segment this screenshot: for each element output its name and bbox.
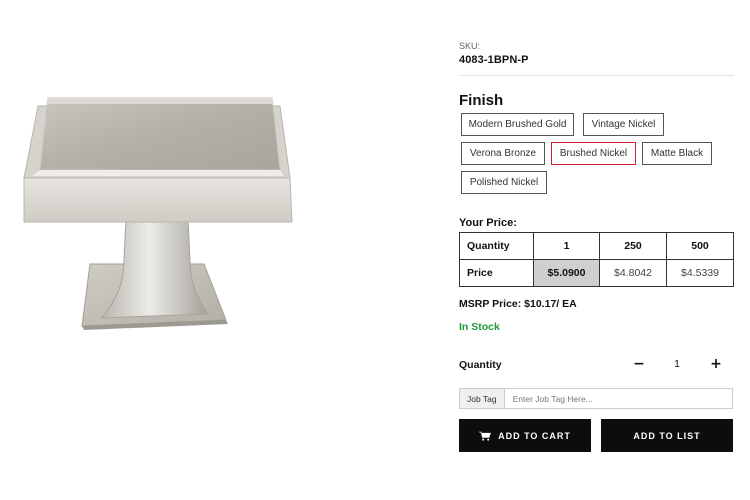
cart-icon [479,431,492,441]
finish-title: Finish [459,92,504,109]
sku-value: 4083-1BPN-P [459,54,529,66]
price-row-label: Price [459,259,534,287]
quantity-row: Quantity − 1 + [459,355,734,375]
finish-option-matte-black[interactable]: Matte Black [642,142,712,165]
product-image [18,92,308,337]
price-table: Quantity 1 250 500 Price $5.0900 $4.8042… [459,232,734,287]
quantity-label: Quantity [459,359,502,371]
price-cell: $4.5339 [666,259,734,287]
divider [459,75,734,76]
msrp-price: MSRP Price: $10.17/ EA [459,298,577,310]
price-cell: $4.8042 [599,259,667,287]
product-panel: SKU: 4083-1BPN-P Finish Modern Brushed G… [459,40,734,452]
table-row: Price $5.0900 $4.8042 $4.5339 [459,259,734,287]
your-price-label: Your Price: [459,217,517,229]
finish-option-polished-nickel[interactable]: Polished Nickel [461,171,547,194]
add-to-cart-label: ADD TO CART [498,430,571,441]
tier-header: 1 [533,232,600,260]
finish-option-modern-brushed-gold[interactable]: Modern Brushed Gold [461,113,574,136]
action-buttons: ADD TO CART ADD TO LIST [459,419,733,452]
finish-option-brushed-nickel[interactable]: Brushed Nickel [551,142,636,165]
finish-option-verona-bronze[interactable]: Verona Bronze [461,142,545,165]
stock-status: In Stock [459,321,500,333]
finish-option-vintage-nickel[interactable]: Vintage Nickel [583,113,664,136]
job-tag-input[interactable] [504,389,732,408]
sku-label: SKU: [459,41,481,51]
add-to-cart-button[interactable]: ADD TO CART [459,419,591,452]
add-to-list-label: ADD TO LIST [633,430,701,441]
job-tag-group: Job Tag [459,388,733,409]
price-cell-current: $5.0900 [533,259,600,287]
quantity-header: Quantity [459,232,534,260]
table-row: Quantity 1 250 500 [459,232,734,260]
tier-header: 250 [599,232,667,260]
finish-options: Modern Brushed Gold Vintage Nickel Veron… [459,113,734,199]
quantity-increase-button[interactable]: + [707,355,725,373]
job-tag-label: Job Tag [460,389,505,408]
knob-illustration [23,97,293,330]
tier-header: 500 [666,232,734,260]
add-to-list-button[interactable]: ADD TO LIST [601,419,733,452]
quantity-value[interactable]: 1 [667,358,687,370]
quantity-decrease-button[interactable]: − [630,355,648,373]
